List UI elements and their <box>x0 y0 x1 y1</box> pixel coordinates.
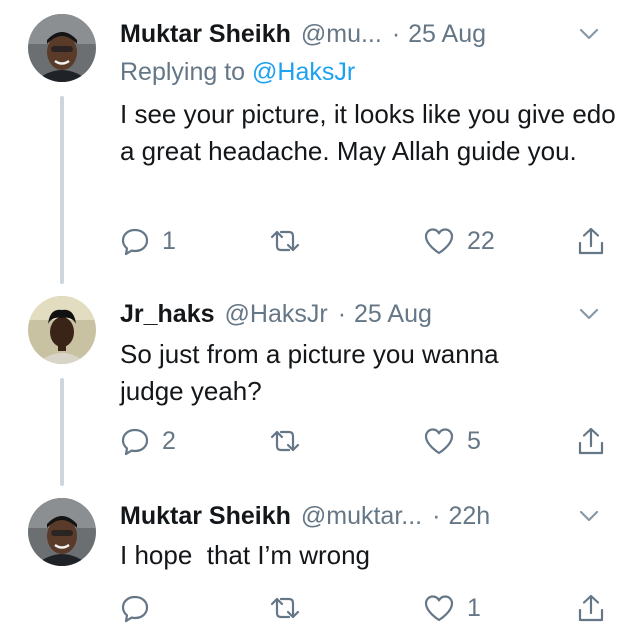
share-button[interactable] <box>577 423 605 459</box>
retweet-icon <box>270 597 300 619</box>
like-button[interactable]: 5 <box>423 423 481 459</box>
tweet-actions: 1 <box>120 590 620 626</box>
reply-icon <box>121 428 149 456</box>
timestamp[interactable]: 22h <box>448 502 490 531</box>
user-handle[interactable]: @mu... <box>301 20 382 49</box>
retweet-button[interactable] <box>268 423 302 459</box>
tweet-text: I hope that I’m wrong <box>120 540 371 570</box>
retweet-button[interactable] <box>268 590 302 626</box>
retweet-button[interactable] <box>268 223 302 259</box>
reply-button[interactable] <box>120 590 162 626</box>
like-count: 1 <box>467 593 481 622</box>
like-count: 5 <box>467 426 481 455</box>
user-handle[interactable]: @muktar... <box>301 502 422 531</box>
chevron-down-icon[interactable] <box>577 505 601 527</box>
tweet-header: Muktar Sheikh @mu... · 25 Aug <box>120 17 619 51</box>
separator-dot: · <box>337 299 347 328</box>
timestamp[interactable]: 25 Aug <box>408 20 486 49</box>
reply-icon <box>121 595 149 623</box>
like-button[interactable]: 22 <box>423 223 495 259</box>
user-handle[interactable]: @HaksJr <box>225 300 328 329</box>
share-button[interactable] <box>577 223 605 259</box>
display-name[interactable]: Muktar Sheikh <box>120 20 291 49</box>
replying-to: Replying to @HaksJr <box>120 58 355 87</box>
separator-dot: · <box>391 19 401 48</box>
like-icon <box>424 228 454 255</box>
reply-button[interactable]: 2 <box>120 423 176 459</box>
avatar[interactable] <box>28 296 96 364</box>
display-name[interactable]: Muktar Sheikh <box>120 502 291 531</box>
chevron-down-icon[interactable] <box>577 303 601 325</box>
tweet-header: Muktar Sheikh @muktar... · 22h <box>120 499 619 533</box>
chevron-down-icon[interactable] <box>577 23 601 45</box>
thread-line <box>60 96 64 284</box>
replying-handle-link[interactable]: @HaksJr <box>252 58 355 86</box>
timestamp[interactable]: 25 Aug <box>354 300 432 329</box>
share-icon <box>578 227 604 255</box>
avatar[interactable] <box>28 498 96 566</box>
like-button[interactable]: 1 <box>423 590 481 626</box>
reply-button[interactable]: 1 <box>120 223 176 259</box>
share-button[interactable] <box>577 590 605 626</box>
like-count: 22 <box>467 226 495 255</box>
share-icon <box>578 594 604 622</box>
share-icon <box>578 427 604 455</box>
separator-dot: · <box>432 501 441 530</box>
reply-count: 1 <box>162 226 176 255</box>
avatar[interactable] <box>28 14 96 82</box>
retweet-icon <box>270 230 300 252</box>
thread-line <box>60 378 64 486</box>
reply-count: 2 <box>162 426 176 455</box>
replying-label: Replying to <box>120 58 246 86</box>
tweet-text: I see your picture, it looks like you gi… <box>120 99 616 166</box>
tweet-actions: 1 22 <box>120 223 620 259</box>
tweet-text: So just from a picture you wanna judge y… <box>120 339 499 406</box>
reply-icon <box>121 228 149 256</box>
tweet-header: Jr_haks @HaksJr · 25 Aug <box>120 297 619 331</box>
display-name[interactable]: Jr_haks <box>120 300 215 329</box>
tweet-actions: 2 5 <box>120 423 620 459</box>
retweet-icon <box>270 430 300 452</box>
like-icon <box>424 428 454 455</box>
like-icon <box>424 595 454 622</box>
